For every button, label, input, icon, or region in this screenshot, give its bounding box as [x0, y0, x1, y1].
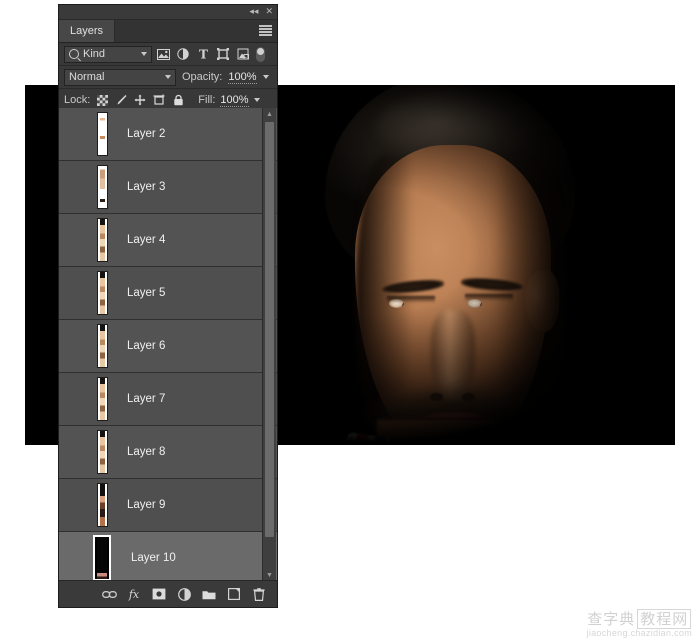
- panel-titlebar: ◂◂ ✕: [59, 5, 277, 20]
- layer-row[interactable]: Layer 3: [59, 161, 277, 214]
- layer-thumbnail[interactable]: [87, 218, 117, 262]
- chevron-down-icon: [141, 52, 147, 56]
- layer-thumbnail[interactable]: [87, 483, 117, 527]
- filter-smart-objects[interactable]: [234, 46, 252, 63]
- neck-region: [377, 420, 537, 445]
- layer-list[interactable]: Layer 2 Layer 3 Layer 4 Layer 5 Layer 6 Layer…: [59, 108, 277, 581]
- thumbnail-content: [100, 484, 105, 526]
- thumbnail-content: [100, 166, 105, 208]
- filter-kind-label: Kind: [83, 48, 137, 60]
- layer-thumbnail[interactable]: [87, 535, 117, 581]
- layers-panel: ◂◂ ✕ Layers Kind: [58, 4, 278, 608]
- layer-name: Layer 9: [117, 499, 165, 511]
- link-layers-button[interactable]: [101, 586, 117, 602]
- layer-name: Layer 4: [117, 234, 165, 246]
- layer-thumbnail[interactable]: [87, 271, 117, 315]
- layer-thumbnail[interactable]: [87, 165, 117, 209]
- lock-image-pixels[interactable]: [114, 93, 128, 107]
- panel-title: Layers: [70, 25, 103, 37]
- search-icon: [69, 49, 79, 59]
- chevron-down-icon: [165, 75, 171, 79]
- opacity-chevron-down-icon[interactable]: [263, 75, 269, 79]
- scroll-up-icon[interactable]: ▲: [263, 108, 276, 120]
- layer-name: Layer 2: [117, 128, 165, 140]
- lock-position[interactable]: [133, 93, 147, 107]
- layer-row[interactable]: Layer 8: [59, 426, 277, 479]
- layer-row[interactable]: Layer 6: [59, 320, 277, 373]
- blend-mode-value: Normal: [69, 71, 165, 83]
- layer-thumbnail[interactable]: [87, 430, 117, 474]
- layer-list-scrollbar[interactable]: ▲ ▼: [262, 108, 276, 581]
- layer-thumbnail[interactable]: [87, 112, 117, 156]
- layer-row[interactable]: Layer 4: [59, 214, 277, 267]
- layer-row[interactable]: Layer 10: [59, 532, 277, 581]
- layer-name: Layer 7: [117, 393, 165, 405]
- svg-text:T: T: [199, 48, 208, 60]
- scrollbar-thumb[interactable]: [265, 122, 274, 537]
- layer-row[interactable]: Layer 7: [59, 373, 277, 426]
- fill-label: Fill:: [198, 94, 215, 106]
- layer-name: Layer 8: [117, 446, 165, 458]
- panel-menu-icon[interactable]: [259, 25, 272, 36]
- new-adjustment-layer-button[interactable]: [176, 586, 192, 602]
- layer-name: Layer 10: [117, 552, 176, 564]
- layer-filter-bar: Kind T: [59, 43, 277, 66]
- layer-name: Layer 5: [117, 287, 165, 299]
- new-layer-button[interactable]: [226, 586, 242, 602]
- fill-chevron-down-icon[interactable]: [254, 98, 260, 102]
- eyelid-right: [465, 294, 513, 301]
- filter-kind-dropdown[interactable]: Kind: [64, 46, 152, 63]
- layer-row[interactable]: Layer 2: [59, 108, 277, 161]
- blend-mode-dropdown[interactable]: Normal: [64, 69, 176, 86]
- filter-pixel-layers[interactable]: [154, 46, 172, 63]
- svg-text:fx: fx: [128, 588, 140, 601]
- layer-row[interactable]: Layer 5: [59, 267, 277, 320]
- add-layer-mask-button[interactable]: [151, 586, 167, 602]
- opacity-label: Opacity:: [182, 71, 222, 83]
- layer-thumbnail[interactable]: [87, 377, 117, 421]
- filter-shape-layers[interactable]: [214, 46, 232, 63]
- opacity-value[interactable]: 100%: [228, 71, 256, 84]
- watermark-cn-left: 查字典: [587, 610, 635, 628]
- lock-transparent-pixels[interactable]: [95, 93, 109, 107]
- watermark: 查字典教程网 jiaocheng.chazidian.com: [587, 612, 692, 638]
- blend-opacity-bar: Normal Opacity: 100%: [59, 66, 277, 89]
- layer-name: Layer 3: [117, 181, 165, 193]
- lock-label: Lock:: [64, 94, 90, 106]
- watermark-url: jiaocheng.chazidian.com: [587, 629, 692, 638]
- lock-artboard-nesting[interactable]: [152, 93, 166, 107]
- tab-layers[interactable]: Layers: [59, 20, 115, 42]
- thumbnail-content: [100, 431, 105, 473]
- screenshot-root: ◂◂ ✕ Layers Kind: [0, 0, 700, 644]
- layers-panel-footer: fx: [59, 580, 277, 607]
- filter-type-layers[interactable]: T: [194, 46, 212, 63]
- watermark-chinese: 查字典教程网: [587, 612, 692, 628]
- new-group-button[interactable]: [201, 586, 217, 602]
- thumbnail-content: [100, 325, 105, 367]
- watermark-cn-right: 教程网: [637, 609, 691, 629]
- filter-enable-toggle[interactable]: [256, 47, 265, 62]
- thumbnail-content: [97, 537, 107, 579]
- layer-thumbnail[interactable]: [87, 324, 117, 368]
- fill-value[interactable]: 100%: [220, 94, 248, 107]
- thumbnail-content: [100, 378, 105, 420]
- layer-name: Layer 6: [117, 340, 165, 352]
- panel-tabbar: Layers: [59, 20, 277, 43]
- thumbnail-content: [100, 113, 105, 155]
- layer-style-button[interactable]: fx: [126, 586, 142, 602]
- thumbnail-content: [100, 272, 105, 314]
- eyelid-left: [387, 296, 435, 303]
- lock-all[interactable]: [171, 93, 185, 107]
- filter-adjustment-layers[interactable]: [174, 46, 192, 63]
- delete-layer-button[interactable]: [251, 586, 267, 602]
- close-icon[interactable]: ✕: [265, 6, 273, 16]
- thumbnail-content: [100, 219, 105, 261]
- layer-row[interactable]: Layer 9: [59, 479, 277, 532]
- collapse-panel-icon[interactable]: ◂◂: [249, 6, 258, 16]
